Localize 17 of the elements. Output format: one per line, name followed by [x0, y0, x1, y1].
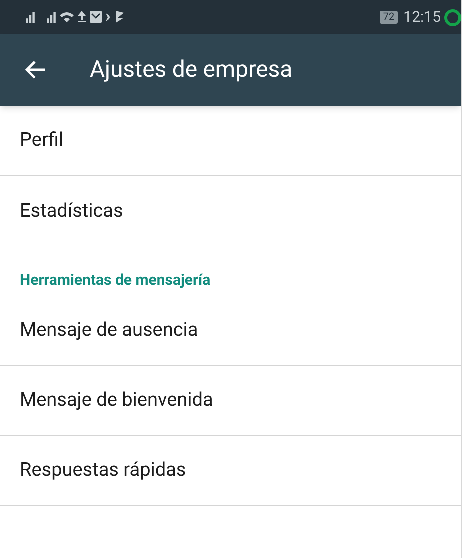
settings-item[interactable]: Perfil	[0, 106, 461, 176]
ring-icon	[443, 8, 461, 26]
settings-item[interactable]: Mensaje de bienvenida	[0, 366, 461, 436]
flag-icon	[116, 11, 124, 23]
settings-item[interactable]: Mensaje de ausencia	[0, 296, 461, 366]
status-time: 12:15	[404, 6, 441, 28]
settings-item[interactable]: Estadísticas	[0, 176, 461, 246]
battery-level: 72	[380, 10, 398, 24]
upload-icon	[78, 11, 86, 23]
wifi-icon	[60, 11, 74, 23]
crescent-icon	[106, 12, 112, 22]
settings-item[interactable]: Respuestas rápidas	[0, 436, 461, 506]
signal-icon	[47, 12, 56, 22]
mail-icon	[90, 11, 102, 23]
screen-title: Ajustes de empresa	[90, 54, 293, 85]
signal-icon	[26, 12, 35, 22]
section-header: Herramientas de mensajería	[20, 271, 211, 289]
